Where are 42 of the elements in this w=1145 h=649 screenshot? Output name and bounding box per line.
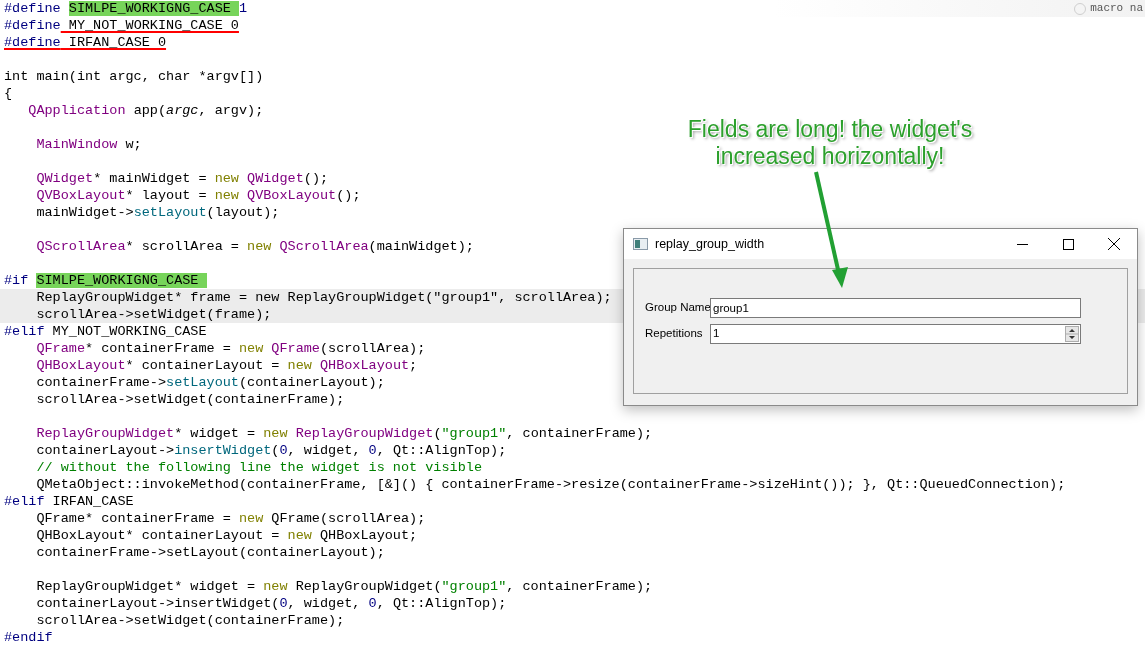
maximize-icon bbox=[1062, 238, 1074, 250]
code-line: containerLayout->insertWidget(0, widget, 0, Qt::AlignTop); bbox=[35, 442, 507, 459]
code-line: #elif IRFAN_CASE bbox=[3, 493, 134, 510]
code-line: #define MY_NOT_WORKING_CASE 0 bbox=[3, 17, 239, 34]
code-line: containerFrame->setLayout(containerLayout); bbox=[35, 374, 385, 391]
code-line: scrollArea->setWidget(containerFrame); bbox=[35, 391, 345, 408]
inline-hint: macro na bbox=[1090, 1, 1143, 17]
code-line: QWidget* mainWidget = new QWidget(); bbox=[35, 170, 329, 187]
code-line: ReplayGroupWidget* widget = new ReplayGroupWidget("group1", containerFrame); bbox=[35, 578, 653, 595]
code-line: { bbox=[3, 85, 13, 102]
code-line: QHBoxLayout* containerLayout = new QHBoxLayout; bbox=[35, 357, 418, 374]
code-line: MainWindow w; bbox=[35, 136, 142, 153]
code-line: QMetaObject::invokeMethod(containerFrame, [&]() { containerFrame->resize(containerFrame->sizeHint()); }, Qt::QueuedConnection); bbox=[35, 476, 1066, 493]
annotation-text: increased horizontally! bbox=[715, 143, 945, 170]
code-line: #define SIMLPE_WORKIGNG_CASE 1 bbox=[3, 0, 248, 17]
code-line: QVBoxLayout* layout = new QVBoxLayout(); bbox=[35, 187, 361, 204]
code-line: // without the following line the widget is not visible bbox=[35, 459, 482, 476]
code-line: mainWidget->setLayout(layout); bbox=[35, 204, 280, 221]
code-line: QScrollArea* scrollArea = new QScrollArea(mainWidget); bbox=[35, 238, 474, 255]
code-line: QFrame* containerFrame = new QFrame(scrollArea); bbox=[35, 340, 426, 357]
code-line: QApplication app(argc, argv); bbox=[27, 102, 264, 119]
code-line: containerFrame->setLayout(containerLayout); bbox=[35, 544, 385, 561]
code-line: #elif MY_NOT_WORKING_CASE bbox=[3, 323, 207, 340]
code-line: QFrame* containerFrame = new QFrame(scrollArea); bbox=[35, 510, 426, 527]
code-line: scrollArea->setWidget(frame); bbox=[35, 306, 272, 323]
field-label: Group Name bbox=[645, 300, 710, 316]
code-line: #endif bbox=[3, 629, 53, 646]
annotation-text: Fields are long! the widget's bbox=[687, 116, 973, 143]
code-line: QHBoxLayout* containerLayout = new QHBoxLayout; bbox=[35, 527, 418, 544]
spin-box[interactable]: 1 bbox=[710, 324, 1081, 344]
spin-arrows-icon[interactable] bbox=[1065, 326, 1079, 342]
code-line: ReplayGroupWidget* frame = new ReplayGroupWidget("group1", scrollArea); bbox=[35, 289, 612, 306]
text-field[interactable]: group1 bbox=[710, 298, 1081, 318]
code-line: ReplayGroupWidget* widget = new ReplayGroupWidget("group1", containerFrame); bbox=[35, 425, 653, 442]
app-window-icon bbox=[633, 238, 648, 250]
code-line: containerLayout->insertWidget(0, widget, 0, Qt::AlignTop); bbox=[35, 595, 507, 612]
code-line: scrollArea->setWidget(containerFrame); bbox=[35, 612, 345, 629]
code-line: #define IRFAN_CASE 0 bbox=[3, 34, 167, 51]
window-title: replay_group_width bbox=[655, 235, 765, 253]
close-icon bbox=[1108, 238, 1120, 250]
code-line: int main(int argc, char *argv[]) bbox=[3, 68, 264, 85]
field-label: Repetitions bbox=[645, 326, 704, 342]
